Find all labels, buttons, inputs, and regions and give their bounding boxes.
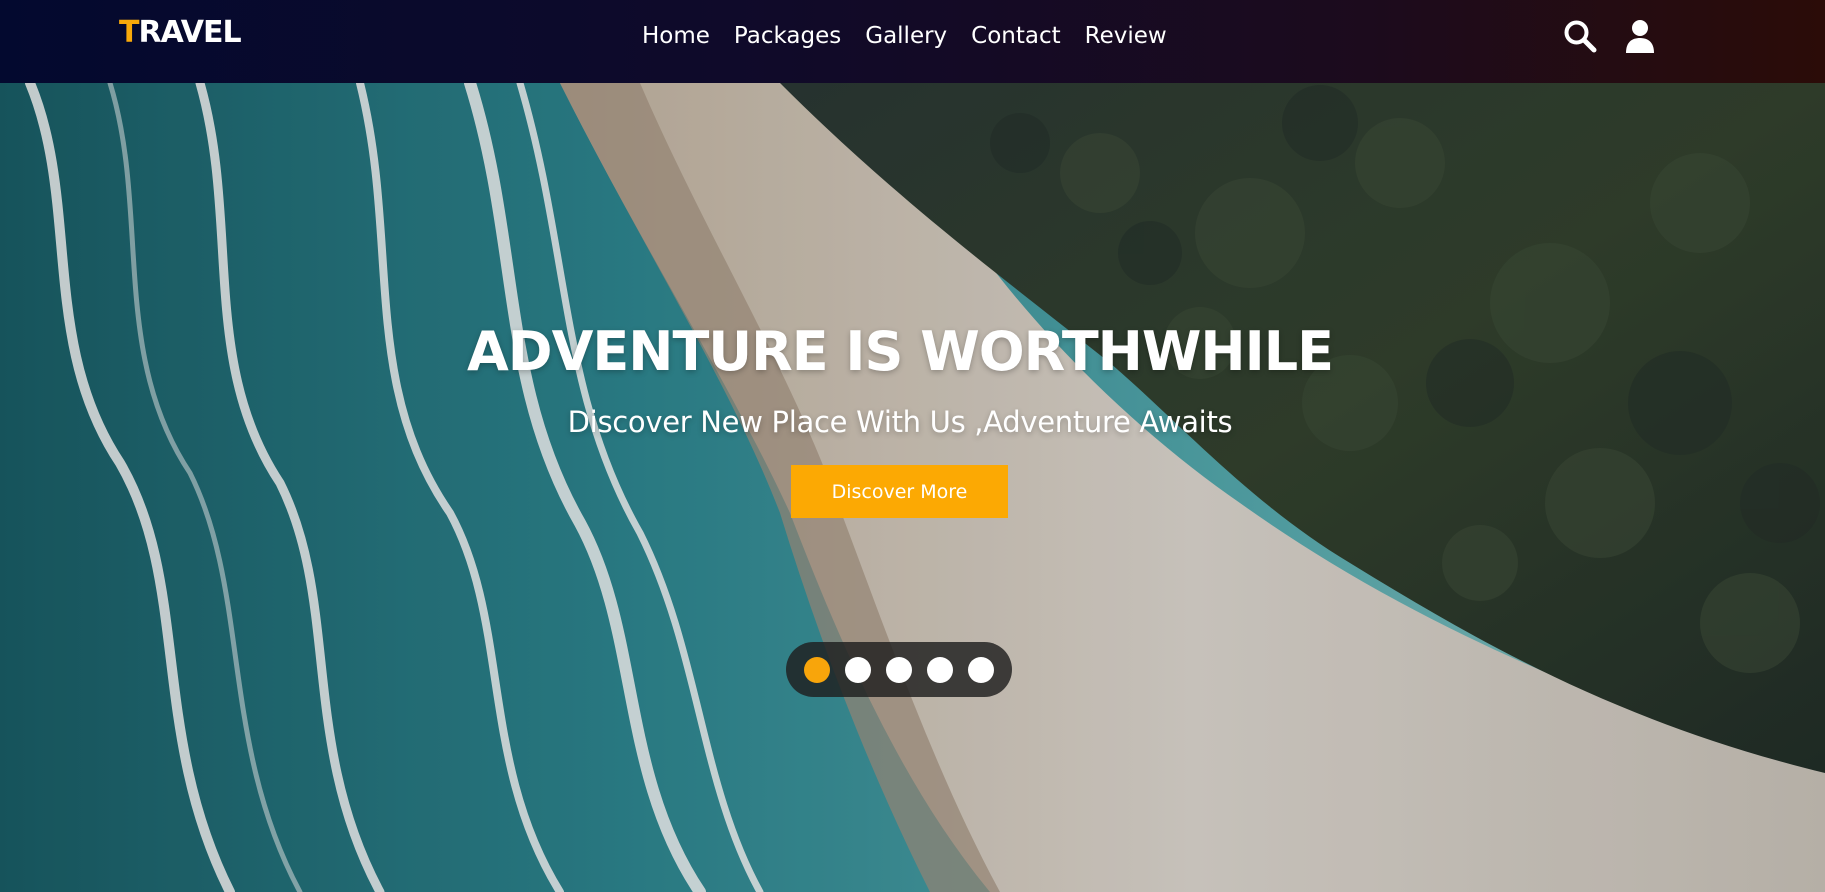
- nav-link-gallery[interactable]: Gallery: [853, 25, 959, 48]
- slider-dot-3[interactable]: [886, 656, 912, 683]
- logo[interactable]: TRAVEL: [119, 15, 242, 50]
- nav-icons: [1562, 18, 1658, 54]
- hero-content: ADVENTURE IS WORTHWHILE Discover New Pla…: [0, 83, 1825, 892]
- slider-dot-1[interactable]: [804, 656, 830, 683]
- nav-link-packages[interactable]: Packages: [722, 25, 853, 48]
- slider-dot-2[interactable]: [845, 656, 871, 683]
- hero-subtitle: Discover New Place With Us ,Adventure Aw…: [567, 405, 1233, 439]
- logo-accent-letter: T: [119, 15, 139, 50]
- slider-dot-4[interactable]: [927, 656, 953, 683]
- hero-title: ADVENTURE IS WORTHWHILE: [466, 320, 1334, 383]
- page: TRAVEL Home Packages Gallery Contact Rev…: [0, 0, 1825, 892]
- nav-link-contact[interactable]: Contact: [959, 25, 1072, 48]
- slider-dots: [786, 642, 1012, 697]
- nav-link-home[interactable]: Home: [630, 25, 722, 48]
- nav-link-review[interactable]: Review: [1073, 25, 1179, 48]
- navbar: TRAVEL Home Packages Gallery Contact Rev…: [0, 0, 1825, 83]
- user-icon[interactable]: [1622, 18, 1658, 54]
- nav-links: Home Packages Gallery Contact Review: [630, 0, 1179, 73]
- logo-text: RAVEL: [138, 15, 241, 50]
- search-icon[interactable]: [1562, 18, 1598, 54]
- hero-section: ADVENTURE IS WORTHWHILE Discover New Pla…: [0, 83, 1825, 892]
- discover-more-button[interactable]: Discover More: [791, 465, 1008, 518]
- slider-dot-5[interactable]: [968, 656, 994, 683]
